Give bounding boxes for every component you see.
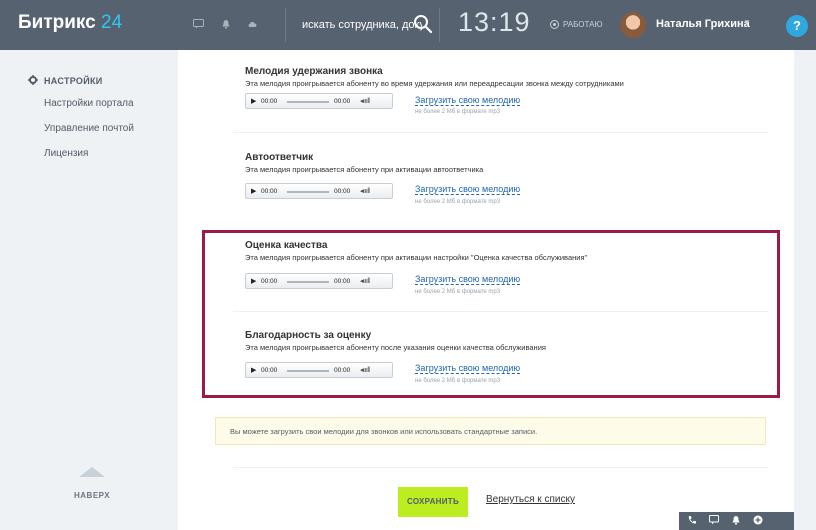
bell-icon[interactable] [731, 515, 741, 527]
avatar[interactable] [620, 12, 646, 38]
sidebar-section-settings[interactable]: НАСТРОЙКИ [28, 72, 103, 90]
search-box[interactable]: искать сотрудника, документ [285, 8, 440, 42]
player-time-current: 00:00 [261, 367, 278, 374]
divider [233, 311, 768, 312]
divider [233, 132, 768, 133]
chevron-down-icon[interactable]: ▼ [743, 18, 751, 27]
logo-text: Битрикс [18, 12, 96, 33]
player-time-current: 00:00 [261, 188, 278, 195]
player-progress[interactable] [287, 101, 329, 103]
divider [233, 467, 768, 468]
info-notice: Вы можете загрузить свои мелодии для зво… [215, 417, 766, 445]
notice-text: Вы можете загрузить свои мелодии для зво… [230, 427, 538, 436]
upload-note: не более 2 Мб в формате mp3 [415, 378, 501, 384]
header-icons [193, 19, 258, 29]
player-time-current: 00:00 [261, 278, 278, 285]
upload-note: не более 2 Мб в формате mp3 [415, 109, 501, 115]
player-time-total: 00:00 [334, 98, 351, 105]
block-description: Эта мелодия проигрывается абоненту при а… [245, 253, 588, 262]
volume-icon[interactable]: ◂ıııll [360, 277, 370, 285]
audio-player[interactable]: ▶ 00:00 00:00 ◂ıııll [245, 273, 393, 289]
chat-icon[interactable] [709, 515, 719, 527]
block-description: Эта мелодия проигрывается абоненту после… [245, 343, 546, 352]
phone-icon[interactable] [687, 515, 697, 527]
work-status[interactable]: РАБОТАЮ [550, 20, 603, 29]
block-title: Автоответчик [245, 152, 314, 163]
upload-melody-link[interactable]: Загрузить свою мелодию [415, 363, 521, 374]
player-progress[interactable] [287, 370, 329, 372]
logo-number: 24 [101, 12, 123, 33]
right-gutter [794, 50, 816, 530]
add-icon[interactable] [753, 515, 763, 527]
block-title: Оценка качества [245, 240, 328, 251]
search-icon[interactable] [413, 14, 433, 39]
player-progress[interactable] [287, 191, 329, 193]
help-button[interactable]: ? [786, 15, 808, 37]
block-description: Эта мелодия проигрывается абоненту при а… [245, 165, 484, 174]
block-description: Эта мелодия проигрывается абоненту во вр… [245, 79, 624, 88]
sidebar-item-license[interactable]: Лицензия [44, 148, 88, 159]
play-icon[interactable]: ▶ [251, 277, 256, 285]
player-time-total: 00:00 [334, 367, 351, 374]
cloud-icon[interactable] [247, 19, 258, 29]
save-button[interactable]: СОХРАНИТЬ [398, 487, 468, 517]
bell-icon[interactable] [220, 19, 231, 29]
play-icon[interactable]: ▶ [251, 187, 256, 195]
player-time-current: 00:00 [261, 98, 278, 105]
top-header: Битрикс 24 искать сотрудника, документ 1… [0, 0, 816, 50]
player-progress[interactable] [287, 281, 329, 283]
player-time-total: 00:00 [334, 188, 351, 195]
main-content: Мелодия удержания звонка Эта мелодия про… [178, 50, 794, 530]
sidebar-title: НАСТРОЙКИ [44, 76, 103, 86]
upload-melody-link[interactable]: Загрузить свою мелодию [415, 95, 521, 106]
back-to-list-link[interactable]: Вернуться к списку [486, 494, 575, 505]
audio-player[interactable]: ▶ 00:00 00:00 ◂ıııll [245, 183, 393, 199]
upload-note: не более 2 Мб в формате mp3 [415, 289, 501, 295]
block-title: Мелодия удержания звонка [245, 66, 383, 77]
play-icon[interactable]: ▶ [251, 97, 256, 105]
status-icon [550, 20, 559, 29]
logo[interactable]: Битрикс 24 [18, 12, 122, 34]
bottom-toolbar [679, 512, 794, 530]
search-input[interactable]: искать сотрудника, документ [302, 19, 422, 31]
player-time-total: 00:00 [334, 278, 351, 285]
volume-icon[interactable]: ◂ıııll [360, 97, 370, 105]
block-title: Благодарность за оценку [245, 330, 372, 341]
audio-player[interactable]: ▶ 00:00 00:00 ◂ıııll [245, 93, 393, 109]
upload-melody-link[interactable]: Загрузить свою мелодию [415, 274, 521, 285]
upload-note: не более 2 Мб в формате mp3 [415, 199, 501, 205]
scroll-top-button[interactable]: НАВЕРХ [74, 491, 110, 500]
volume-icon[interactable]: ◂ıııll [360, 187, 370, 195]
clock-time[interactable]: 13:19 [458, 7, 531, 38]
sidebar: НАСТРОЙКИ Настройки портала Управление п… [0, 50, 178, 530]
sidebar-item-portal-settings[interactable]: Настройки портала [44, 98, 134, 109]
gear-icon [28, 72, 38, 90]
audio-player[interactable]: ▶ 00:00 00:00 ◂ıııll [245, 362, 393, 378]
volume-icon[interactable]: ◂ıııll [360, 366, 370, 374]
upload-melody-link[interactable]: Загрузить свою мелодию [415, 184, 521, 195]
arrow-up-icon[interactable] [79, 467, 105, 477]
play-icon[interactable]: ▶ [251, 366, 256, 374]
sidebar-item-mail[interactable]: Управление почтой [44, 123, 134, 134]
status-label: РАБОТАЮ [563, 20, 603, 29]
user-name[interactable]: Наталья Грихина [656, 18, 750, 30]
chat-icon[interactable] [193, 19, 204, 29]
